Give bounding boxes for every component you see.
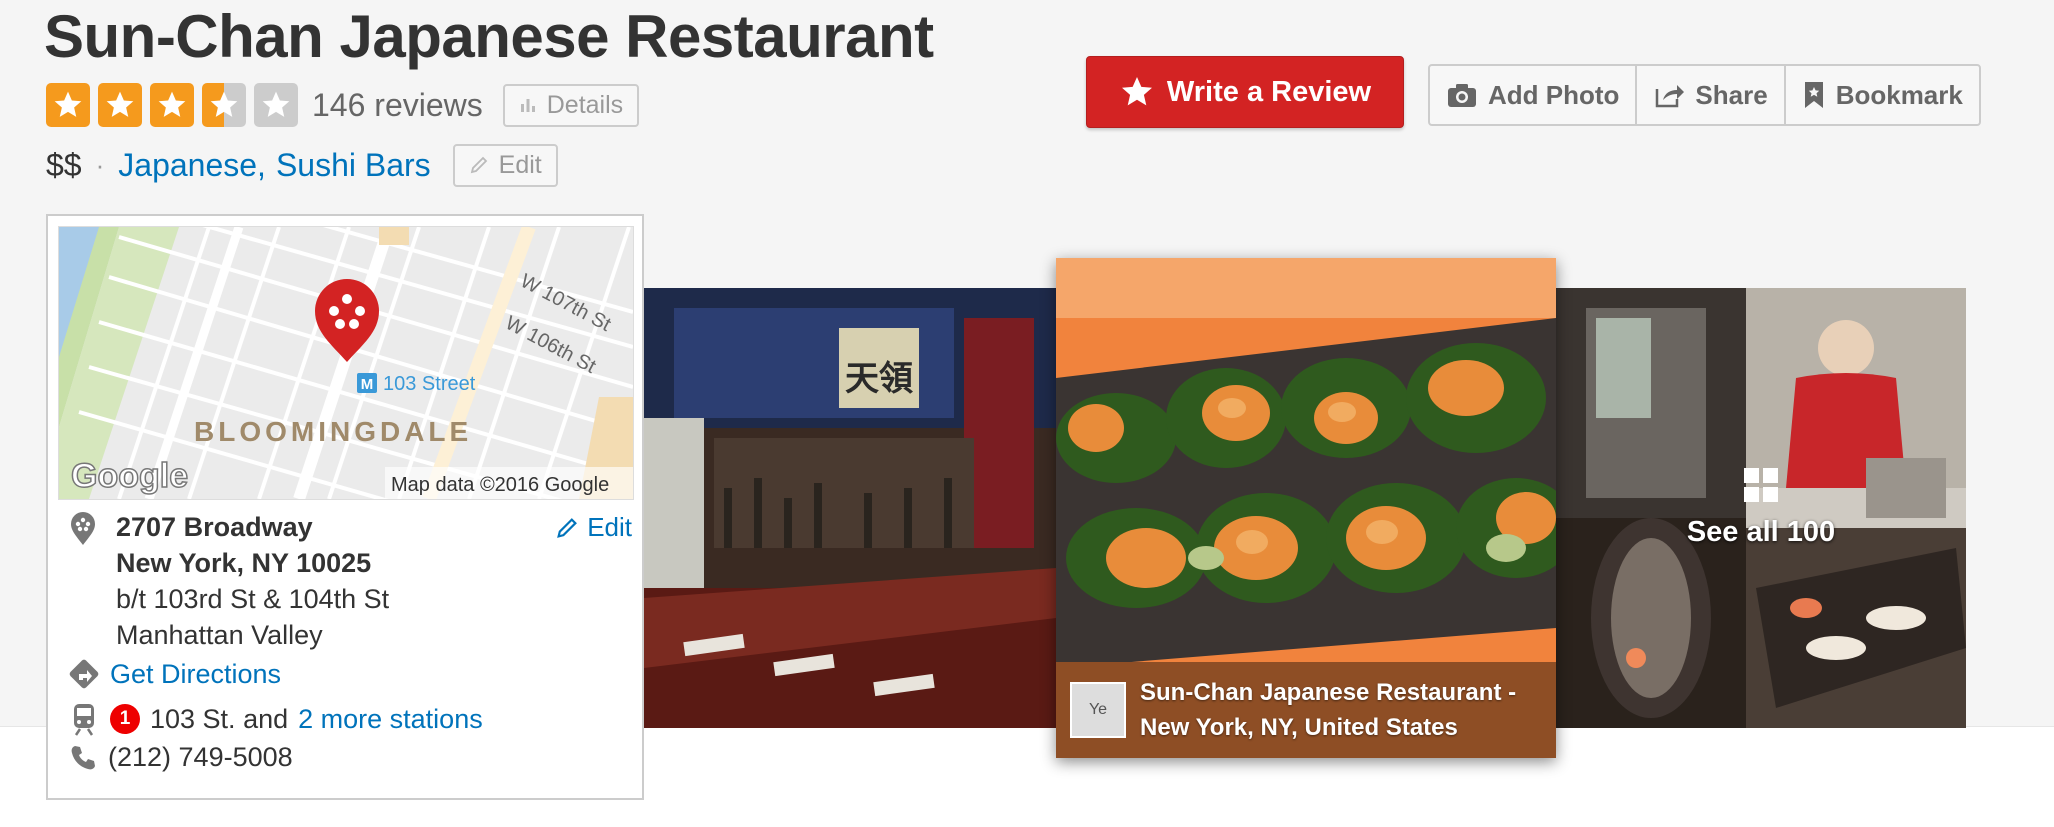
share-button[interactable]: Share [1637,66,1786,124]
directions-row[interactable]: Get Directions [68,658,281,690]
more-stations-link[interactable]: 2 more stations [298,704,483,735]
empty-star-icon [254,83,298,127]
star-icon [150,83,194,127]
business-name: Sun-Chan Japanese Restaurant [44,3,934,70]
get-directions-link[interactable]: Get Directions [110,659,281,690]
map-marker-icon [71,512,95,545]
star-icon [46,83,90,127]
write-review-label: Write a Review [1166,75,1372,108]
edit-label: Edit [498,150,542,179]
station-badge: M [361,376,374,393]
phone-row: (212) 749-5008 [68,742,293,773]
bookmark-icon [1804,82,1823,108]
action-button-group: Add Photo Share Bookmark [1428,64,1981,126]
caption-line2: New York, NY, United States [1140,714,1458,741]
map[interactable]: M 103 Street BLOOMINGDALE W 107th St W 1… [58,226,634,500]
edit-address-label: Edit [587,512,632,542]
caption-line1: Sun-Chan Japanese Restaurant - [1140,679,1517,706]
category-link[interactable]: Japanese [118,147,257,184]
see-all-label: See all 100 [1686,515,1836,548]
write-review-button[interactable]: Write a Review [1086,56,1404,128]
star-icon [1121,77,1152,106]
category-comma: , [257,146,266,183]
add-photo-label: Add Photo [1488,79,1620,110]
photo-interior-bar[interactable]: 天領 [644,288,1056,728]
phone-icon [71,745,95,769]
photo-caption: Ye Sun-Chan Japanese Restaurant - New Yo… [1056,662,1556,758]
phone-number[interactable]: (212) 749-5008 [108,742,293,773]
star-icon [98,83,142,127]
address-line2: New York, NY 10025 [116,548,372,578]
cross-streets: b/t 103rd St & 104th St [116,584,390,614]
google-logo: Google [71,457,188,495]
location-card: M 103 Street BLOOMINGDALE W 107th St W 1… [46,214,644,800]
transit-row: 1 103 St. and 2 more stations [68,702,483,736]
address-line1: 2707 Broadway [116,512,313,542]
map-attribution: Map data ©2016 Google [391,474,609,496]
see-all-photos[interactable]: See all 100 [1556,288,1966,728]
caption-user-thumbnail[interactable]: Ye [1070,682,1126,738]
map-station-label: 103 Street [383,373,476,395]
pencil-icon [470,156,487,174]
map-neighborhood-label: BLOOMINGDALE [194,416,472,447]
separator-dot: · [95,149,105,180]
grid-icon [1744,467,1778,502]
share-icon [1656,85,1685,108]
half-star-icon [202,83,246,127]
transit-line-badge: 1 [110,704,140,734]
details-label: Details [546,90,624,119]
directions-icon [69,659,99,689]
neighborhood-name: Manhattan Valley [116,620,323,650]
sign-text: 天領 [845,359,913,399]
broken-image-alt: Ye [1088,701,1108,718]
bar-chart-icon [520,99,535,112]
camera-icon [1448,84,1476,107]
bookmark-label: Bookmark [1835,79,1963,110]
train-icon [74,704,94,736]
caption-text: Sun-Chan Japanese Restaurant - New York,… [1140,675,1516,745]
add-photo-button[interactable]: Add Photo [1430,66,1638,124]
price-range: $$ [46,146,82,183]
share-label: Share [1695,79,1768,110]
review-count[interactable]: 146 reviews [312,87,483,124]
edit-address-link[interactable]: Edit [555,512,632,543]
category-row: $$ · Japanese, Sushi Bars Edit [46,140,558,190]
featured-photo[interactable]: Ye Sun-Chan Japanese Restaurant - New Yo… [1056,258,1556,758]
edit-categories-button[interactable]: Edit [452,143,558,187]
rating-row: 146 reviews Details [46,82,640,128]
bookmark-button[interactable]: Bookmark [1786,66,1979,124]
pencil-icon [557,517,578,538]
transit-text: 103 St. and [150,703,289,734]
category-link[interactable]: Sushi Bars [276,147,431,184]
details-button[interactable]: Details [502,83,640,127]
